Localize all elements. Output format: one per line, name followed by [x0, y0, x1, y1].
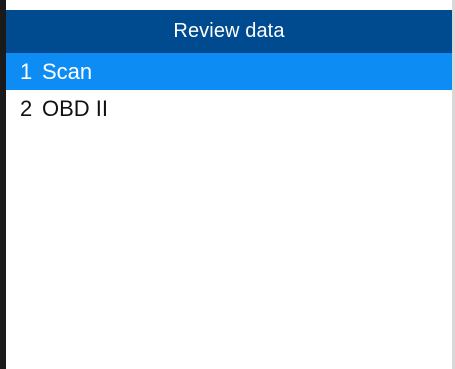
menu-item-number: 1: [20, 58, 33, 84]
menu-list: 1 Scan 2 OBD II: [6, 53, 452, 127]
title-bar: Review data: [6, 10, 452, 53]
menu-item-number: 2: [20, 95, 33, 121]
menu-item-label: OBD II: [42, 95, 109, 121]
menu-item-scan[interactable]: 1 Scan: [6, 53, 452, 90]
menu-item-obd-ii[interactable]: 2 OBD II: [6, 90, 452, 127]
page-title: Review data: [173, 20, 285, 42]
menu-item-label: Scan: [42, 58, 93, 84]
device-screen: Review data 1 Scan 2 OBD II: [0, 0, 455, 369]
